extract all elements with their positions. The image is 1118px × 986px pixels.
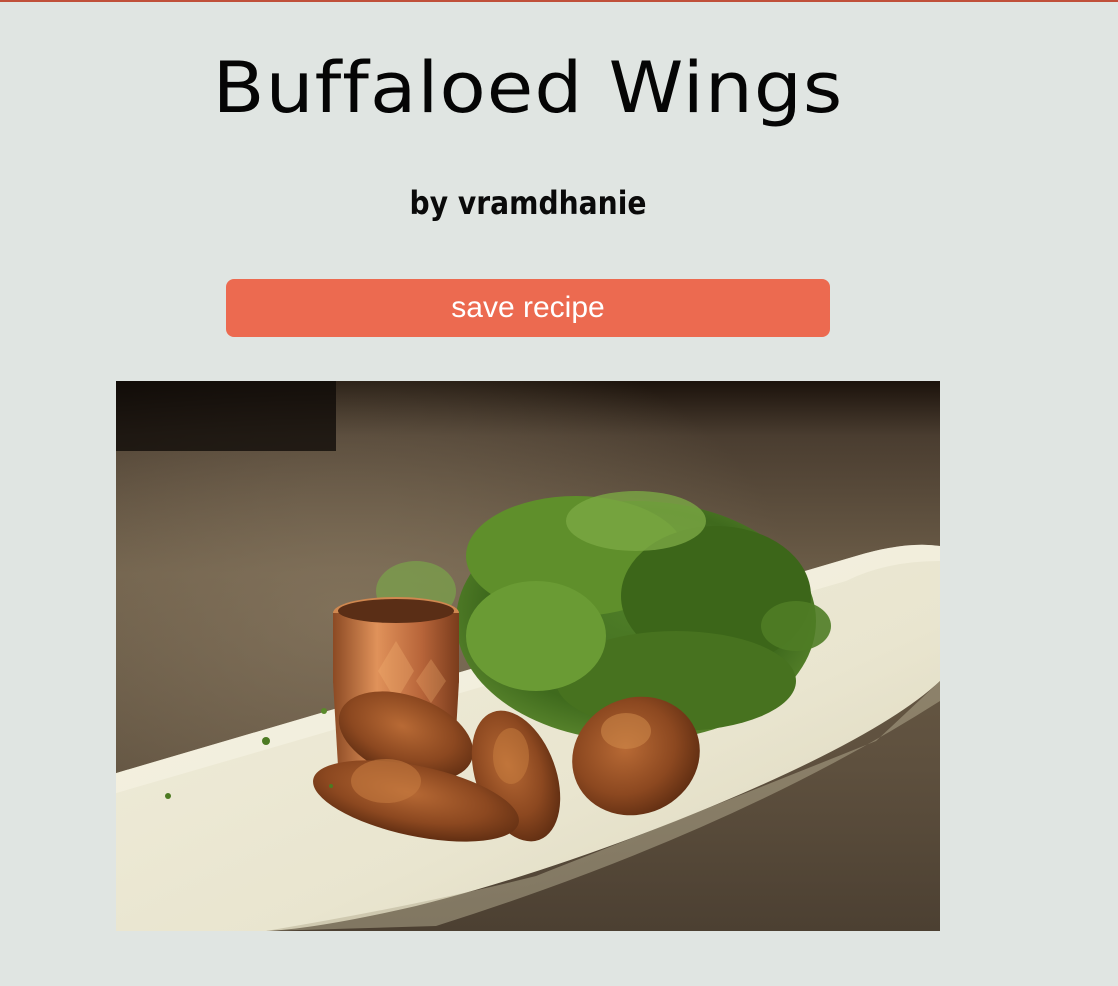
top-border-line	[0, 0, 1118, 2]
recipe-author: by vramdhanie	[409, 184, 647, 222]
save-recipe-button[interactable]: save recipe	[226, 279, 830, 337]
recipe-photo	[116, 381, 940, 931]
recipe-title: Buffaloed Wings	[212, 47, 844, 129]
